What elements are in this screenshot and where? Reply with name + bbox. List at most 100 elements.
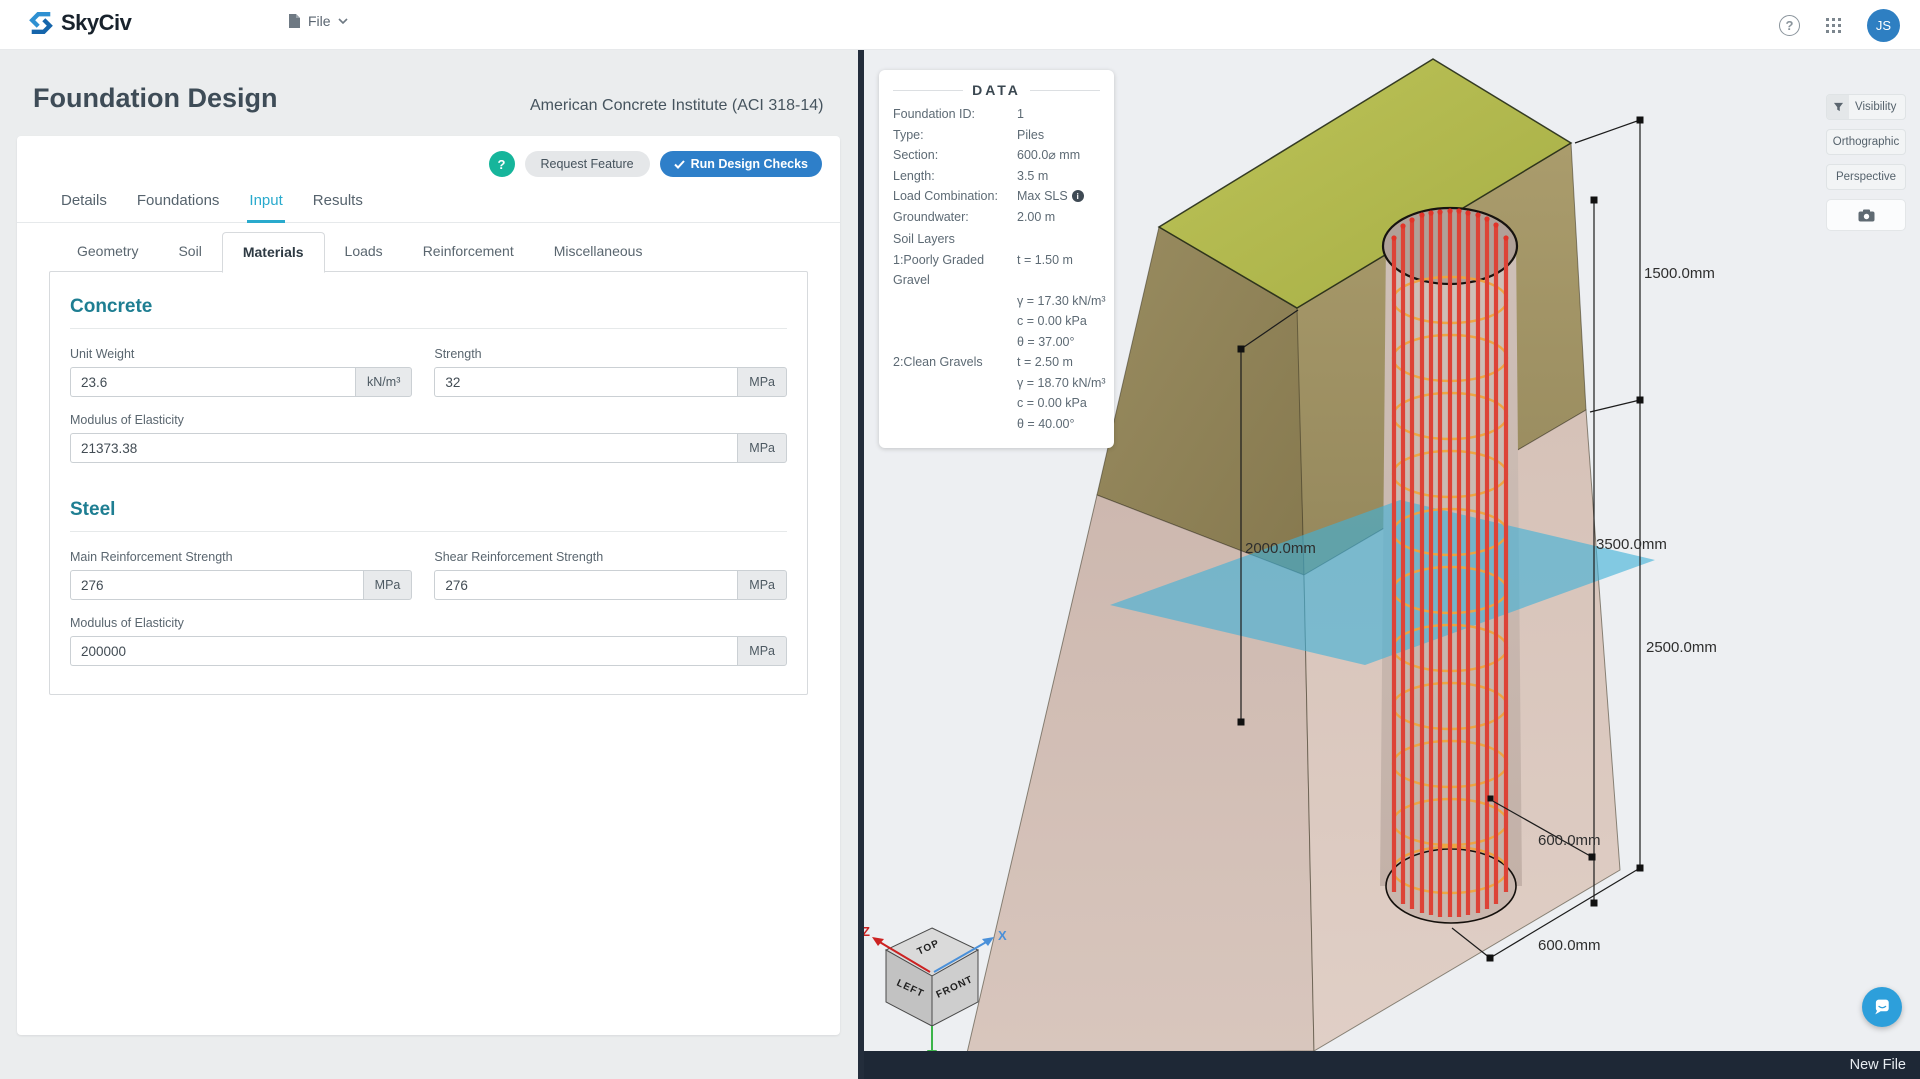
help-icon[interactable]: ? [1779, 15, 1800, 36]
steel-modulus-input[interactable] [70, 636, 737, 666]
row-label: Foundation ID: [893, 104, 1017, 125]
new-file-button[interactable]: New File [1850, 1057, 1906, 1073]
soil-layers-heading: Soil Layers [893, 229, 1100, 250]
design-code-label: American Concrete Institute (ACI 318-14) [530, 97, 823, 115]
row-label: Type: [893, 125, 1017, 146]
brand-name: SkyCiv [61, 10, 131, 36]
subtab-miscellaneous[interactable]: Miscellaneous [534, 232, 663, 273]
subtab-loads[interactable]: Loads [325, 232, 403, 273]
layer-thickness: t = 1.50 m [1017, 250, 1100, 291]
axis-x-label: X [998, 928, 1007, 943]
orthographic-button[interactable]: Orthographic [1826, 129, 1906, 155]
tab-foundations[interactable]: Foundations [135, 182, 222, 223]
dim-1500-label: 1500.0mm [1644, 265, 1715, 282]
skyciv-logo[interactable]: SkyCiv [28, 10, 131, 36]
main-reinf-field: Main Reinforcement Strength MPa [70, 550, 412, 600]
unit-weight-input[interactable] [70, 367, 355, 397]
chat-icon [1871, 996, 1893, 1018]
card-help-button[interactable]: ? [489, 151, 515, 177]
apps-grid-icon[interactable] [1826, 18, 1841, 33]
strength-input[interactable] [434, 367, 737, 397]
row-value: 3.5 m [1017, 166, 1100, 187]
help-glyph: ? [1786, 18, 1794, 33]
shear-reinf-unit: MPa [737, 570, 787, 600]
unit-weight-field: Unit Weight kN/m³ [70, 347, 412, 397]
visibility-label: Visibility [1855, 101, 1896, 113]
run-design-checks-button[interactable]: Run Design Checks [660, 151, 822, 177]
data-row-length: Length: 3.5 m [893, 166, 1100, 187]
shear-reinf-field: Shear Reinforcement Strength MPa [434, 550, 787, 600]
info-icon[interactable]: i [1072, 190, 1084, 202]
concrete-modulus-input[interactable] [70, 433, 737, 463]
row-label: Load Combination: [893, 186, 1017, 207]
soil-layer-2-prop: γ = 18.70 kN/m³ [893, 373, 1100, 394]
strength-unit: MPa [737, 367, 787, 397]
shear-reinf-label: Shear Reinforcement Strength [434, 550, 787, 564]
strength-label: Strength [434, 347, 787, 361]
row-label: Section: [893, 145, 1017, 166]
screenshot-button[interactable] [1826, 199, 1906, 231]
dim-600-top-label: 600.0mm [1538, 832, 1601, 849]
soil-layer-1-prop: θ = 37.00° [893, 332, 1100, 353]
tab-details[interactable]: Details [59, 182, 109, 223]
subtab-soil[interactable]: Soil [158, 232, 221, 273]
request-feature-button[interactable]: Request Feature [525, 151, 650, 177]
top-navbar: SkyCiv File ? JS [0, 0, 1920, 50]
main-tabs: Details Foundations Input Results [17, 182, 840, 223]
layer-gamma: γ = 18.70 kN/m³ [1017, 373, 1106, 394]
divider [1030, 90, 1100, 91]
row-value: Piles [1017, 125, 1100, 146]
steel-heading: Steel [70, 477, 787, 532]
layer-friction-angle: θ = 37.00° [1017, 332, 1100, 353]
main-card: ? Request Feature Run Design Checks Deta… [17, 136, 840, 1035]
subtab-materials[interactable]: Materials [222, 232, 325, 273]
data-panel-title: DATA [972, 82, 1021, 98]
unit-weight-unit: kN/m³ [355, 367, 412, 397]
avatar[interactable]: JS [1867, 9, 1900, 42]
view-controls: Visibility Orthographic Perspective [1826, 94, 1906, 231]
subtab-reinforcement[interactable]: Reinforcement [403, 232, 534, 273]
data-row-type: Type: Piles [893, 125, 1100, 146]
tab-input[interactable]: Input [247, 182, 284, 223]
soil-layer-1: 1:Poorly Graded Gravel t = 1.50 m [893, 250, 1100, 291]
row-value: 600.0⌀ mm [1017, 145, 1100, 166]
filter-icon [1827, 95, 1849, 119]
row-value: Max SLSi [1017, 186, 1100, 207]
data-row-foundation-id: Foundation ID: 1 [893, 104, 1100, 125]
soil-layer-2-prop: c = 0.00 kPa [893, 393, 1100, 414]
row-label: Length: [893, 166, 1017, 187]
camera-icon [1858, 209, 1875, 222]
tab-results[interactable]: Results [311, 182, 365, 223]
skyciv-logo-icon [28, 10, 54, 36]
dim-2000-label: 2000.0mm [1245, 540, 1316, 557]
perspective-button[interactable]: Perspective [1826, 164, 1906, 190]
question-icon: ? [498, 157, 506, 172]
soil-layer-2-prop: θ = 40.00° [893, 414, 1100, 435]
strength-field: Strength MPa [434, 347, 787, 397]
file-menu[interactable]: File [288, 13, 348, 29]
steel-modulus-label: Modulus of Elasticity [70, 616, 787, 630]
dim-3500-label: 3500.0mm [1596, 536, 1667, 553]
subtab-geometry[interactable]: Geometry [57, 232, 158, 273]
check-icon [674, 160, 685, 169]
materials-form: Concrete Unit Weight kN/m³ Strength M [49, 271, 808, 695]
avatar-initials: JS [1876, 18, 1891, 33]
data-row-groundwater: Groundwater: 2.00 m [893, 207, 1100, 228]
main-reinf-input[interactable] [70, 570, 363, 600]
status-bar: New File [864, 1051, 1920, 1079]
axis-z-label: Z [864, 924, 870, 939]
soil-layer-1-prop: γ = 17.30 kN/m³ [893, 291, 1100, 312]
chat-button[interactable] [1862, 987, 1902, 1027]
unit-weight-label: Unit Weight [70, 347, 412, 361]
visibility-button[interactable]: Visibility [1826, 94, 1906, 120]
viewport-panel: 1500.0mm 2500.0mm 3500.0mm 2000.0mm 600.… [858, 50, 1920, 1079]
chevron-down-icon [338, 18, 348, 24]
input-subtabs: Geometry Soil Materials Loads Reinforcem… [57, 232, 662, 272]
row-value: 1 [1017, 104, 1100, 125]
soil-layer-2: 2:Clean Gravels t = 2.50 m [893, 352, 1100, 373]
layer-friction-angle: θ = 40.00° [1017, 414, 1100, 435]
concrete-modulus-unit: MPa [737, 433, 787, 463]
skyciv-app: SkyCiv File ? JS Founda [0, 0, 1920, 1079]
main-reinf-unit: MPa [363, 570, 413, 600]
shear-reinf-input[interactable] [434, 570, 737, 600]
